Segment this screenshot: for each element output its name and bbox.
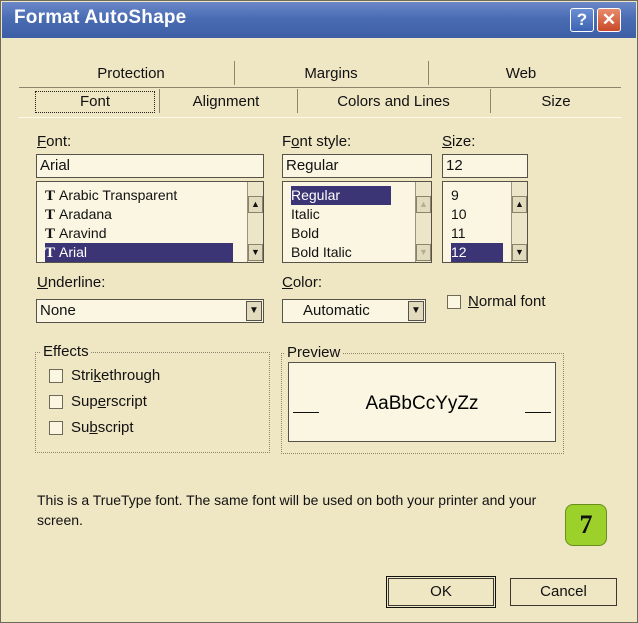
scroll-up-icon[interactable]: ▲ — [512, 196, 527, 213]
size-label: Size: — [442, 133, 476, 150]
effects-label: Effects — [41, 343, 91, 360]
scroll-up-icon[interactable]: ▲ — [416, 196, 431, 213]
title-bar: Format AutoShape ? ✕ — [2, 2, 636, 38]
truetype-icon: T — [45, 207, 56, 223]
list-item[interactable]: Italic — [291, 205, 320, 224]
window-title: Format AutoShape — [14, 7, 187, 28]
list-item[interactable]: T Arabic Transparent — [45, 186, 177, 205]
strikethrough-checkbox[interactable] — [49, 369, 63, 383]
tab-size[interactable]: Size — [521, 93, 591, 110]
font-style-input[interactable]: Regular — [282, 154, 432, 178]
tab-font[interactable]: Font — [35, 91, 155, 113]
list-item[interactable]: Bold Italic — [291, 243, 352, 262]
color-label: Color: — [282, 274, 323, 291]
scroll-down-icon[interactable]: ▼ — [512, 244, 527, 261]
scroll-down-icon[interactable]: ▼ — [248, 244, 263, 261]
color-value: Automatic — [303, 302, 370, 319]
tab-protection[interactable]: Protection — [61, 65, 201, 82]
size-list-scrollbar[interactable]: ▲ ▼ — [511, 182, 527, 262]
tab-margins[interactable]: Margins — [261, 65, 401, 82]
tab-web[interactable]: Web — [471, 65, 571, 82]
preview-label: Preview — [285, 344, 343, 361]
tab-colors-and-lines[interactable]: Colors and Lines — [311, 93, 476, 110]
font-list-scrollbar[interactable]: ▲ ▼ — [247, 182, 263, 262]
list-item[interactable]: T Aravind — [45, 224, 106, 243]
chevron-down-icon[interactable]: ▼ — [246, 301, 262, 321]
format-autoshape-dialog: Format AutoShape ? ✕ Protection Margins … — [0, 0, 638, 623]
truetype-icon: T — [45, 226, 56, 242]
list-item-selected[interactable]: 12 — [451, 243, 503, 262]
close-button[interactable]: ✕ — [597, 8, 621, 32]
chevron-down-icon[interactable]: ▼ — [408, 301, 424, 321]
cancel-button[interactable]: Cancel — [510, 578, 617, 606]
subscript-label[interactable]: Subscript — [71, 419, 134, 436]
preview-sample-text: AaBbCcYyZz — [365, 393, 479, 414]
subscript-checkbox[interactable] — [49, 421, 63, 435]
normal-font-checkbox[interactable] — [447, 295, 461, 309]
font-list[interactable]: T Arabic Transparent T Aradana T Aravind TA… — [36, 181, 264, 263]
list-item[interactable]: Bold — [291, 224, 319, 243]
size-input[interactable]: 12 — [442, 154, 528, 178]
list-item-selected[interactable]: Regular — [291, 186, 391, 205]
superscript-label[interactable]: Superscript — [71, 393, 147, 410]
step-number-badge: 7 — [565, 504, 607, 546]
help-button[interactable]: ? — [570, 8, 594, 32]
list-item[interactable]: 10 — [451, 205, 467, 224]
underline-value: None — [40, 302, 76, 319]
font-input[interactable]: Arial — [36, 154, 264, 178]
truetype-icon: T — [45, 245, 56, 261]
font-label: Font: — [37, 133, 72, 150]
strikethrough-label[interactable]: Strikethrough — [71, 367, 160, 384]
font-style-label: Font style: — [282, 133, 352, 150]
normal-font-label[interactable]: Normal font — [468, 293, 546, 310]
font-style-list[interactable]: Regular Italic Bold Bold Italic ▲ ▼ — [282, 181, 432, 263]
superscript-checkbox[interactable] — [49, 395, 63, 409]
list-item[interactable]: 9 — [451, 186, 459, 205]
scroll-down-icon[interactable]: ▼ — [416, 244, 431, 261]
truetype-icon: T — [45, 188, 56, 204]
underline-label: Underline: — [37, 274, 106, 291]
color-select[interactable]: Automatic ▼ — [282, 299, 426, 323]
preview-box: AaBbCcYyZz — [288, 362, 556, 442]
list-item[interactable]: T Aradana — [45, 205, 112, 224]
list-item-selected[interactable]: T Arial — [45, 243, 233, 262]
list-item[interactable]: 11 — [451, 224, 466, 243]
font-description: This is a TrueType font. The same font w… — [37, 492, 537, 528]
scroll-up-icon[interactable]: ▲ — [248, 196, 263, 213]
ok-button[interactable]: OK — [386, 576, 496, 608]
size-list[interactable]: 9 10 11 12 ▲ ▼ — [442, 181, 528, 263]
tab-alignment[interactable]: Alignment — [171, 93, 281, 110]
underline-select[interactable]: None ▼ — [36, 299, 264, 323]
font-style-scrollbar[interactable]: ▲ ▼ — [415, 182, 431, 262]
